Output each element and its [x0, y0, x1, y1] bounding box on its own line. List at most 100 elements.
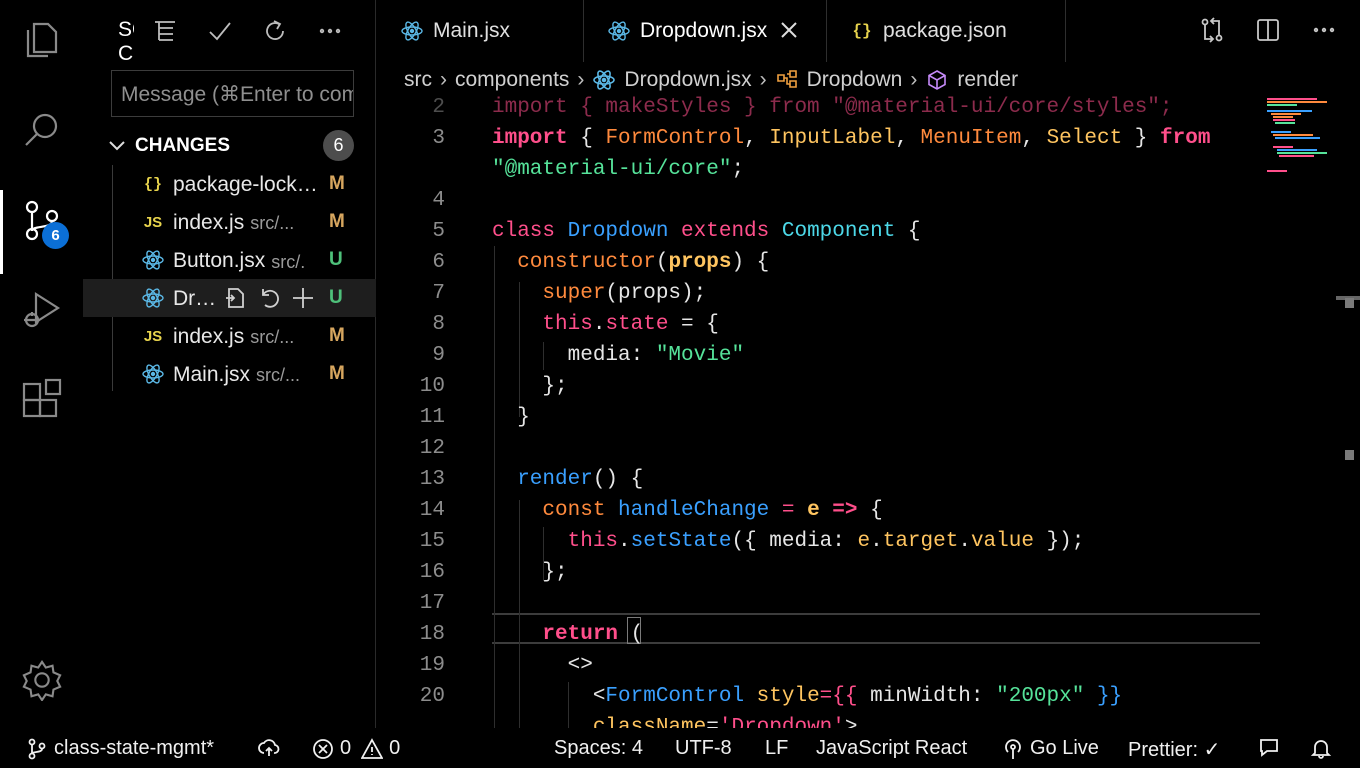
changed-file-row[interactable]: Dropdown.jsx U	[83, 279, 376, 317]
code-line[interactable]: 9 media: "Movie"	[377, 340, 1260, 371]
code-token: .	[618, 530, 631, 553]
code-line[interactable]: 13 render() {	[377, 464, 1260, 495]
code-line[interactable]: 10 };	[377, 371, 1260, 402]
close-icon[interactable]	[779, 20, 801, 42]
commit-check-icon[interactable]	[203, 14, 237, 48]
open-file-icon[interactable]	[221, 285, 249, 311]
stage-changes-icon[interactable]	[289, 285, 317, 311]
code-token: this	[492, 313, 593, 336]
json-file-icon: {}	[143, 175, 162, 193]
source-control-icon[interactable]	[0, 190, 83, 274]
code-line[interactable]: 2 import { makeStyles } from "@material-u…	[377, 96, 1260, 123]
scrollbar-thumb[interactable]	[1345, 298, 1354, 308]
line-number: 9	[432, 344, 445, 367]
code-line[interactable]: 8 this.state = {	[377, 309, 1260, 340]
sync-icon[interactable]	[258, 737, 286, 759]
code-line[interactable]: 3 import { FormControl, InputLabel, MenuI…	[377, 123, 1260, 154]
minimap[interactable]	[1265, 96, 1335, 176]
code-token: target	[882, 530, 959, 553]
changes-section-header[interactable]: CHANGES 6	[83, 128, 376, 162]
gear-icon[interactable]	[0, 650, 83, 710]
code-token: extends	[681, 220, 782, 243]
code-token: FormControl	[605, 685, 757, 708]
code-line[interactable]: "@material-ui/core";	[377, 154, 1260, 185]
line-number: 15	[419, 530, 445, 553]
changed-file-row[interactable]: Button.jsxsrc/... U	[83, 241, 376, 279]
refresh-icon[interactable]	[258, 14, 292, 48]
split-editor-icon[interactable]	[1250, 12, 1286, 48]
code-text: };	[492, 375, 567, 398]
changed-file-row[interactable]: JS index.js src/... M	[83, 317, 376, 355]
problems-indicator[interactable]: 0 0	[312, 737, 400, 760]
code-text: <FormControl style={{ minWidth: "200px" …	[492, 685, 1122, 708]
chevron-right-icon: ›	[440, 68, 447, 91]
code-line[interactable]: 19 <>	[377, 650, 1260, 681]
code-token: ,	[1021, 127, 1047, 150]
notifications-bell-icon[interactable]	[1310, 737, 1338, 759]
tab-main-jsx[interactable]: Main.jsx	[377, 0, 583, 62]
code-text: import { FormControl, InputLabel, MenuIt…	[492, 127, 1210, 150]
code-line[interactable]: 14 const handleChange = e => {	[377, 495, 1260, 526]
editor-actions	[1194, 12, 1360, 48]
explorer-icon[interactable]	[0, 10, 83, 70]
code-token: ,	[895, 127, 921, 150]
indentation-indicator[interactable]: Spaces: 4	[554, 737, 643, 760]
search-icon[interactable]	[0, 100, 83, 160]
code-token: this	[492, 530, 619, 553]
code-token: = {	[668, 313, 719, 336]
commit-message-input[interactable]: Message (⌘Enter to commit on 'class-stat…	[111, 70, 354, 117]
changed-file-row[interactable]: JS index.js src/... M	[83, 203, 376, 241]
code-line[interactable]: 17	[377, 588, 1260, 619]
file-status: M	[329, 173, 345, 194]
editor-tab-bar: Main.jsx Dropdown.jsx {} package.json	[377, 0, 1360, 62]
code-line[interactable]: 16 };	[377, 557, 1260, 588]
language-mode[interactable]: JavaScript React	[816, 737, 967, 760]
code-line[interactable]: 5 class Dropdown extends Component {	[377, 216, 1260, 247]
tree-view-icon[interactable]	[148, 14, 182, 48]
code-text: return (	[492, 623, 643, 646]
code-line[interactable]: className='Dropdown'>	[377, 712, 1260, 728]
code-line[interactable]: 7 super(props);	[377, 278, 1260, 309]
branch-name: class-state-mgmt*	[54, 737, 215, 759]
code-text: render() {	[492, 468, 643, 491]
breadcrumb-item[interactable]: Dropdown	[807, 68, 903, 92]
tab-package-json[interactable]: {} package.json	[827, 0, 1067, 62]
breadcrumb-item[interactable]: src	[404, 68, 432, 92]
code-line[interactable]: 20 <FormControl style={{ minWidth: "200p…	[377, 681, 1260, 712]
run-debug-icon[interactable]	[0, 280, 83, 340]
eol-indicator[interactable]: LF	[765, 737, 788, 760]
feedback-icon[interactable]	[1258, 737, 1286, 759]
code-line[interactable]: 18 return (	[377, 619, 1260, 650]
changed-file-row[interactable]: {} package-lock.json M	[83, 165, 376, 203]
js-file-icon: JS	[143, 213, 163, 231]
branch-indicator[interactable]: class-state-mgmt*	[26, 737, 214, 760]
open-changes-icon[interactable]	[1194, 12, 1230, 48]
changed-file-row[interactable]: Main.jsx src/... M	[83, 355, 376, 393]
breadcrumb-item[interactable]: render	[957, 68, 1018, 92]
code-token: };	[492, 561, 568, 584]
go-live-button[interactable]: Go Live	[1002, 737, 1099, 760]
encoding-indicator[interactable]: UTF-8	[675, 737, 732, 760]
code-line[interactable]: 12	[377, 433, 1260, 464]
extensions-icon[interactable]	[0, 370, 83, 430]
code-token: () {	[592, 468, 644, 491]
method-symbol-icon	[925, 68, 949, 92]
code-token: (props);	[605, 282, 707, 305]
prettier-indicator[interactable]: Prettier: ✓	[1128, 737, 1220, 762]
more-icon[interactable]	[1306, 12, 1342, 48]
code-line[interactable]: 11 }	[377, 402, 1260, 433]
code-token: Component	[781, 220, 896, 243]
code-line[interactable]: 15 this.setState({ media: e.target.value…	[377, 526, 1260, 557]
code-text: class Dropdown extends Component {	[492, 220, 921, 243]
discard-changes-icon[interactable]	[255, 285, 283, 311]
line-number: 20	[419, 685, 445, 708]
code-line[interactable]: 6 constructor(props) {	[377, 247, 1260, 278]
broadcast-icon	[1005, 738, 1021, 759]
tab-dropdown-jsx[interactable]: Dropdown.jsx	[583, 0, 827, 62]
code-line[interactable]: 4	[377, 185, 1260, 216]
breadcrumb-item[interactable]: components	[455, 68, 569, 92]
breadcrumb-item[interactable]: Dropdown.jsx	[624, 68, 751, 92]
more-icon[interactable]	[313, 14, 347, 48]
code-editor[interactable]: 2 import { makeStyles } from "@material-u…	[377, 96, 1360, 728]
code-token: <>	[492, 654, 593, 677]
